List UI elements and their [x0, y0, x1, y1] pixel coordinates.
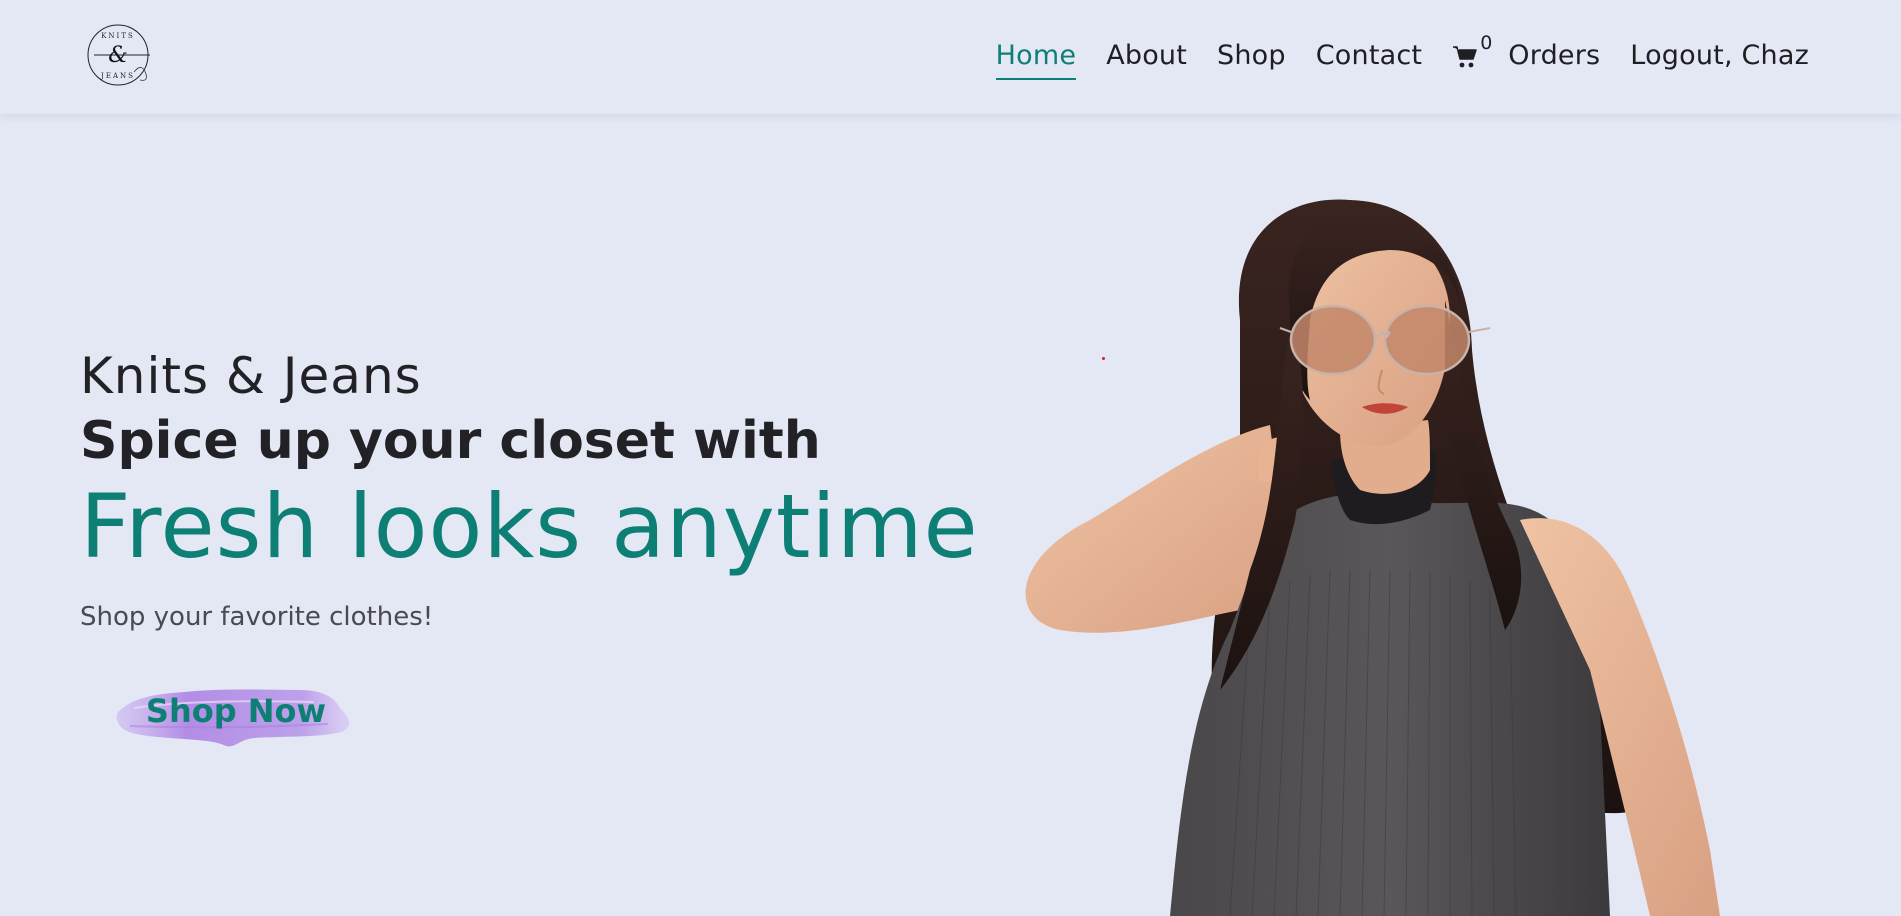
hero-model-image: [1025, 199, 1720, 916]
nav-home[interactable]: Home: [995, 30, 1077, 80]
cart-icon: [1453, 46, 1477, 68]
nav-orders[interactable]: Orders: [1508, 30, 1600, 71]
site-header: KNITS JEANS & Home About Shop Contact 0 …: [0, 0, 1901, 114]
page: KNITS JEANS & Home About Shop Contact 0 …: [0, 0, 1901, 916]
logo-bottom-text: JEANS: [100, 72, 135, 80]
hero-headline: Fresh looks anytime: [80, 475, 979, 578]
shop-now-button[interactable]: Shop Now: [114, 678, 358, 750]
nav-contact[interactable]: Contact: [1316, 30, 1422, 71]
nav-about[interactable]: About: [1106, 30, 1187, 71]
main-nav: Home About Shop Contact 0 Orders Logout,…: [966, 30, 1809, 82]
logo-top-text: KNITS: [101, 32, 135, 40]
hero-subtext: Shop your favorite clothes!: [80, 602, 434, 632]
hero-text: Knits & Jeans Spice up your closet with …: [80, 344, 979, 632]
hero-tagline: Spice up your closet with: [80, 411, 821, 471]
cart-count-badge: 0: [1480, 32, 1493, 54]
cart-button[interactable]: 0: [1452, 30, 1492, 70]
hero-brand: Knits & Jeans: [80, 347, 422, 405]
nav-shop[interactable]: Shop: [1217, 30, 1286, 71]
shop-now-label: Shop Now: [145, 692, 327, 730]
logo[interactable]: KNITS JEANS &: [82, 22, 158, 88]
svg-text:&: &: [108, 43, 128, 68]
logo-icon: KNITS JEANS &: [87, 24, 150, 86]
logout-link[interactable]: Logout, Chaz: [1630, 30, 1809, 71]
